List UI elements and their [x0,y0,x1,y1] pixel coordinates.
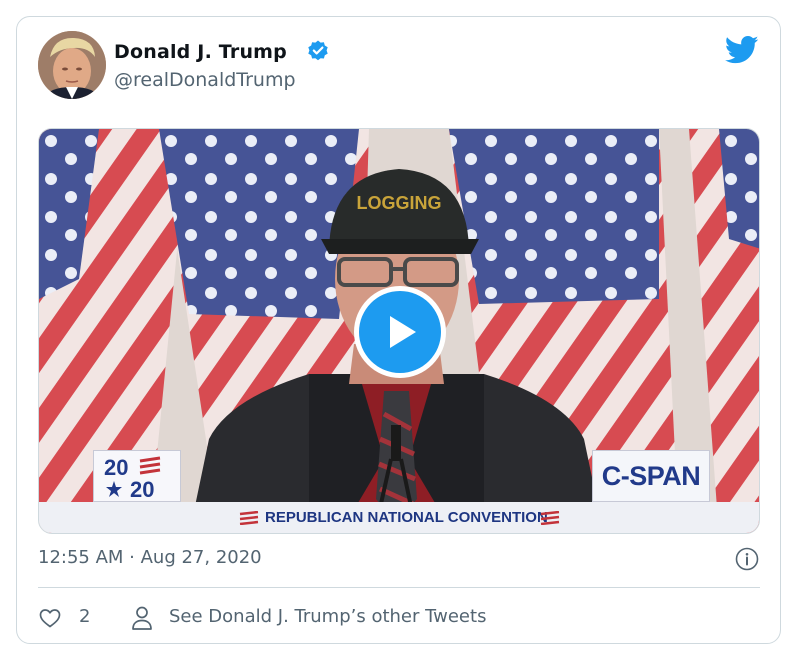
lower-third-text: REPUBLICAN NATIONAL CONVENTION [265,509,548,526]
divider [38,587,760,588]
hat-text: LOGGING [357,193,442,213]
see-other-tweets-link[interactable]: See Donald J. Trump’s other Tweets [169,606,486,627]
tweet-timestamp[interactable]: 12:55 AM · Aug 27, 2020 [38,547,262,568]
flag-mark-icon [239,511,259,525]
flag-mark-icon [540,511,560,525]
heart-icon[interactable] [38,606,62,630]
svg-text:20: 20 [104,455,128,480]
avatar[interactable] [38,31,106,99]
verified-badge-icon [308,40,328,61]
like-count[interactable]: 2 [79,606,90,627]
svg-text:20: 20 [130,477,154,501]
cspan-logo: C-SPAN [592,450,710,502]
person-icon [132,606,152,630]
author-handle[interactable]: @realDonaldTrump [114,69,296,91]
tweet-card: Donald J. Trump @realDonaldTrump LOGGING… [16,16,781,644]
lower-third-banner: REPUBLICAN NATIONAL CONVENTION [39,502,759,533]
video-player[interactable]: LOGGING 20 20 C-SPAN REPUBLICAN NATIONAL… [38,128,760,534]
twitter-bird-icon[interactable] [725,35,759,65]
play-button[interactable] [354,286,446,378]
play-icon [390,316,416,348]
info-icon[interactable] [735,547,759,571]
avatar-image [38,31,106,99]
rnc-2020-logo: 20 20 [93,450,181,502]
author-display-name[interactable]: Donald J. Trump [114,41,287,63]
